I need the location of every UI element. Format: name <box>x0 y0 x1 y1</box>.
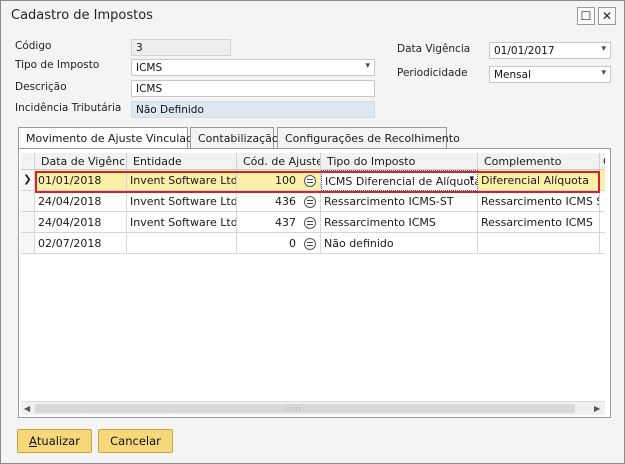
cell-entidade[interactable]: Invent Software Ltda <box>127 212 237 233</box>
periodicidade-select[interactable]: Mensal ▾ <box>489 66 611 83</box>
column-header-cod-ajuste[interactable]: Cód. de Ajuste <box>237 153 321 170</box>
tab-contabilizacao[interactable]: Contabilização <box>190 127 279 149</box>
tab-movimento-ajuste[interactable]: Movimento de Ajuste Vinculado <box>18 127 200 150</box>
chevron-down-icon: ▾ <box>365 61 370 71</box>
incidencia-label: Incidência Tributária <box>15 102 122 114</box>
cell-data[interactable]: 02/07/2018 <box>35 233 127 254</box>
data-vigencia-select[interactable]: 01/01/2017 ▾ <box>489 42 611 59</box>
row-pointer-icon: ❯ <box>21 170 35 191</box>
cell-tipo-imposto[interactable]: Ressarcimento ICMS-ST <box>321 191 478 212</box>
data-vigencia-label: Data Vigência <box>397 43 471 55</box>
adjustment-grid: Data de Vigência Entidade Cód. de Ajuste… <box>21 153 605 398</box>
cell-tipo-imposto[interactable]: Não definido <box>321 233 478 254</box>
cell-data[interactable]: 01/01/2018 <box>35 170 127 191</box>
atualizar-button[interactable]: Atualizar <box>17 429 92 453</box>
cell-tipo-imposto[interactable]: ICMS Diferencial de Alíquota ▾ <box>321 170 478 191</box>
row-header-corner <box>21 153 35 170</box>
cell-entidade[interactable] <box>127 233 237 254</box>
cell-extra[interactable] <box>600 170 605 191</box>
list-link-icon[interactable] <box>304 217 316 229</box>
close-button[interactable]: ✕ <box>598 7 616 25</box>
chevron-down-icon[interactable]: ▾ <box>469 174 474 184</box>
cell-complemento[interactable]: Ressarcimento ICMS ST <box>478 191 600 212</box>
scroll-grip-icon: ::::: <box>285 405 302 413</box>
row-selector[interactable] <box>21 212 35 233</box>
codigo-field[interactable]: 3 <box>131 39 231 56</box>
list-link-icon[interactable] <box>304 238 316 250</box>
row-selector[interactable] <box>21 233 35 254</box>
cell-complemento[interactable]: Ressarcimento ICMS <box>478 212 600 233</box>
periodicidade-label: Periodicidade <box>397 67 468 79</box>
cell-entidade[interactable]: Invent Software Ltda <box>127 191 237 212</box>
cell-extra[interactable] <box>600 191 605 212</box>
cell-complemento[interactable]: Diferencial Alíquota <box>478 170 600 191</box>
maximize-icon: ☐ <box>580 9 592 23</box>
descricao-label: Descrição <box>15 81 67 93</box>
scroll-left-icon[interactable]: ◀ <box>24 404 30 413</box>
column-header-data-vigencia[interactable]: Data de Vigência <box>35 153 127 170</box>
row-selector[interactable] <box>21 191 35 212</box>
column-header-extra[interactable]: C <box>600 153 605 170</box>
scroll-right-icon[interactable]: ▶ <box>594 404 600 413</box>
cell-entidade[interactable]: Invent Software Ltda <box>127 170 237 191</box>
descricao-field[interactable]: ICMS <box>131 80 375 97</box>
tax-registration-window: Cadastro de Impostos ☐ ✕ Código 3 Tipo d… <box>0 0 625 464</box>
list-link-icon[interactable] <box>304 175 316 187</box>
maximize-button[interactable]: ☐ <box>577 7 595 25</box>
chevron-down-icon: ▾ <box>601 68 606 78</box>
cell-data[interactable]: 24/04/2018 <box>35 212 127 233</box>
column-header-entidade[interactable]: Entidade <box>127 153 237 170</box>
chevron-down-icon: ▾ <box>601 44 606 54</box>
cell-extra[interactable] <box>600 212 605 233</box>
column-header-complemento[interactable]: Complemento <box>478 153 600 170</box>
column-header-tipo-imposto[interactable]: Tipo do Imposto <box>321 153 478 170</box>
incidencia-field[interactable]: Não Definido <box>131 101 375 118</box>
cell-tipo-imposto[interactable]: Ressarcimento ICMS <box>321 212 478 233</box>
tab-panel: Data de Vigência Entidade Cód. de Ajuste… <box>18 148 611 418</box>
tab-configuracoes-recolhimento[interactable]: Configurações de Recolhimento <box>277 127 460 149</box>
cell-extra[interactable] <box>600 233 605 254</box>
close-icon: ✕ <box>601 9 613 23</box>
title-bar: Cadastro de Impostos ☐ ✕ <box>1 1 624 31</box>
horizontal-scrollbar[interactable]: ◀ ::::: ▶ <box>21 401 605 415</box>
tipo-imposto-select[interactable]: ICMS ▾ <box>131 59 375 76</box>
cell-complemento[interactable] <box>478 233 600 254</box>
cell-data[interactable]: 24/04/2018 <box>35 191 127 212</box>
list-link-icon[interactable] <box>304 196 316 208</box>
codigo-label: Código <box>15 40 52 52</box>
tipo-imposto-label: Tipo de Imposto <box>15 59 100 71</box>
cancelar-button[interactable]: Cancelar <box>98 429 173 453</box>
window-title: Cadastro de Impostos <box>11 8 153 23</box>
scrollbar-thumb[interactable] <box>35 404 575 413</box>
